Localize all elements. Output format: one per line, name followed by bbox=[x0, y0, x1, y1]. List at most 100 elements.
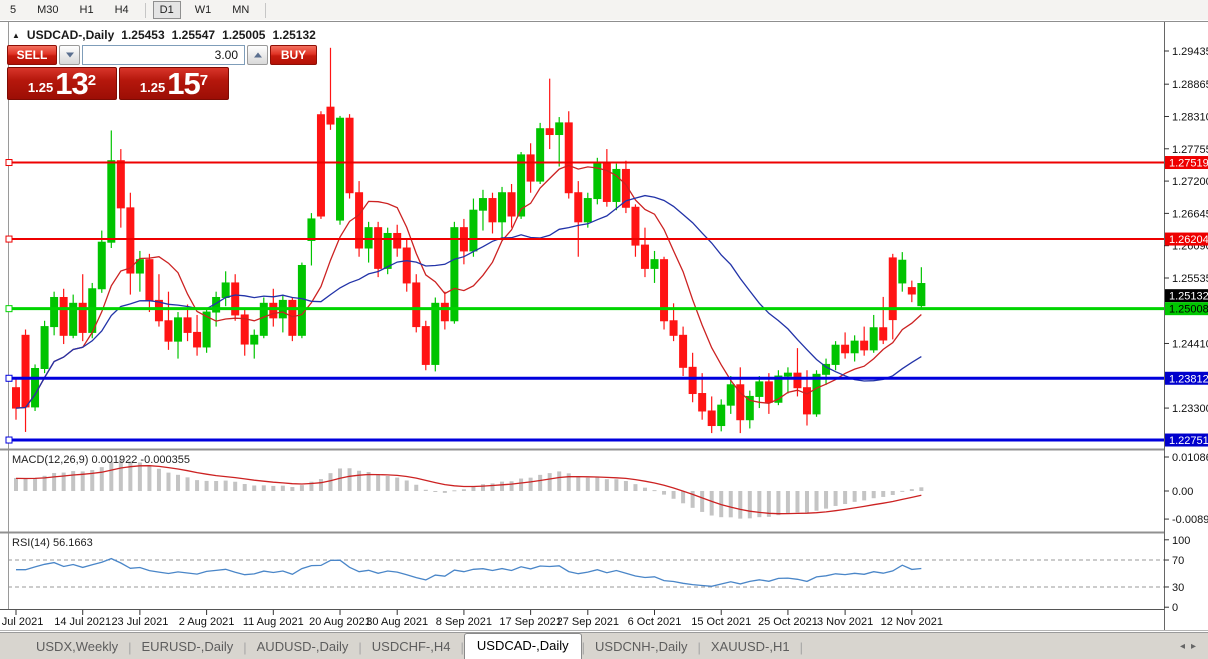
candle-body bbox=[661, 260, 668, 321]
candle-body bbox=[422, 327, 429, 365]
tab-audusd-daily[interactable]: AUDUSD-,Daily bbox=[247, 635, 359, 659]
level-anchor bbox=[6, 437, 12, 443]
ohlc-low: 1.25005 bbox=[222, 28, 265, 42]
buy-price-box[interactable]: 1.25 15 7 bbox=[119, 67, 229, 100]
candle-body bbox=[680, 335, 687, 367]
candle-body bbox=[270, 303, 277, 318]
candle-body bbox=[784, 373, 791, 376]
candle-body bbox=[651, 260, 658, 269]
candle-body bbox=[194, 332, 201, 347]
candle-body bbox=[908, 288, 915, 294]
candle-body bbox=[346, 118, 353, 192]
one-click-trade-panel: SELL BUY 1.25 13 2 1.25 15 7 bbox=[7, 45, 229, 100]
macd-bar bbox=[548, 473, 552, 491]
macd-bar bbox=[14, 478, 18, 491]
candle-body bbox=[317, 115, 324, 216]
macd-bar bbox=[271, 486, 275, 491]
timeframe-H4[interactable]: H4 bbox=[108, 1, 136, 19]
macd-bar bbox=[662, 491, 666, 495]
candle-body bbox=[375, 228, 382, 269]
macd-bar bbox=[824, 491, 828, 509]
timeframe-D1[interactable]: D1 bbox=[153, 1, 181, 19]
candle-body bbox=[794, 373, 801, 388]
svg-text:100: 100 bbox=[1172, 535, 1190, 547]
candle-body bbox=[117, 161, 124, 208]
timeframe-5[interactable]: 5 bbox=[3, 1, 23, 19]
macd-bar bbox=[500, 482, 504, 491]
macd-bar bbox=[757, 491, 761, 517]
svg-text:30: 30 bbox=[1172, 582, 1184, 594]
macd-bar bbox=[748, 491, 752, 518]
macd-bar bbox=[491, 483, 495, 491]
candle-body bbox=[298, 265, 305, 335]
date-tick-label: 11 Aug 2021 bbox=[243, 616, 304, 628]
candle-body bbox=[699, 394, 706, 411]
chart-area[interactable]: 1.294351.288651.283101.277551.272001.266… bbox=[0, 20, 1208, 632]
macd-bar bbox=[805, 491, 809, 513]
chart-header: ▲ USDCAD-,Daily 1.25453 1.25547 1.25005 … bbox=[12, 28, 316, 42]
candle-body bbox=[880, 328, 887, 340]
tab-usdcad-daily[interactable]: USDCAD-,Daily bbox=[464, 633, 582, 659]
candle-body bbox=[251, 335, 258, 344]
macd-bar bbox=[576, 476, 580, 491]
volume-decrease-button[interactable] bbox=[59, 45, 80, 65]
candle-body bbox=[403, 248, 410, 283]
macd-bar bbox=[33, 478, 37, 491]
candle-body bbox=[889, 258, 896, 320]
collapse-panel-icon[interactable]: ▲ bbox=[12, 31, 20, 40]
sell-price-box[interactable]: 1.25 13 2 bbox=[7, 67, 117, 100]
volume-increase-button[interactable] bbox=[247, 45, 268, 65]
candle-body bbox=[565, 123, 572, 193]
macd-bar bbox=[815, 491, 819, 511]
timeframe-W1[interactable]: W1 bbox=[188, 1, 219, 19]
candle-body bbox=[165, 321, 172, 341]
rsi-label: RSI(14) 56.1663 bbox=[12, 537, 93, 549]
timeframe-H1[interactable]: H1 bbox=[73, 1, 101, 19]
sell-button[interactable]: SELL bbox=[7, 45, 57, 65]
svg-text:0: 0 bbox=[1172, 602, 1178, 614]
toolbar-separator bbox=[145, 3, 146, 18]
svg-text:1.28310: 1.28310 bbox=[1172, 111, 1208, 123]
tab-eurusd-daily[interactable]: EURUSD-,Daily bbox=[132, 635, 244, 659]
macd-bar bbox=[224, 481, 228, 491]
macd-bar bbox=[557, 471, 561, 491]
macd-bar bbox=[348, 468, 352, 491]
macd-bar bbox=[195, 480, 199, 491]
candle-body bbox=[470, 210, 477, 251]
candle-body bbox=[499, 193, 506, 222]
svg-text:0.00: 0.00 bbox=[1172, 486, 1193, 498]
date-tick-label: 6 Oct 2021 bbox=[628, 616, 682, 628]
tab-usdx-weekly[interactable]: USDX,Weekly bbox=[26, 635, 128, 659]
arrow-down-icon bbox=[66, 53, 74, 58]
macd-bar bbox=[681, 491, 685, 503]
tab-usdchf-h4[interactable]: USDCHF-,H4 bbox=[362, 635, 461, 659]
tab-usdcnh-daily[interactable]: USDCNH-,Daily bbox=[585, 635, 697, 659]
candle-body bbox=[727, 385, 734, 405]
candle-body bbox=[689, 367, 696, 393]
macd-bar bbox=[462, 489, 466, 491]
macd-bar bbox=[233, 482, 237, 491]
svg-text:1.26645: 1.26645 bbox=[1172, 208, 1208, 220]
candle-body bbox=[13, 388, 20, 408]
tab-xauusd-h1[interactable]: XAUUSD-,H1 bbox=[701, 635, 800, 659]
macd-bar bbox=[567, 473, 571, 491]
macd-bar bbox=[205, 481, 209, 491]
macd-bar bbox=[710, 491, 714, 516]
timeframe-MN[interactable]: MN bbox=[225, 1, 256, 19]
macd-bar bbox=[595, 478, 599, 491]
candle-body bbox=[813, 374, 820, 414]
svg-text:1.24410: 1.24410 bbox=[1172, 338, 1208, 350]
tab-separator: | bbox=[800, 640, 803, 655]
tab-scroll-right-icon[interactable]: ▸ bbox=[1191, 641, 1202, 652]
candle-body bbox=[98, 242, 105, 289]
candle-body bbox=[184, 318, 191, 333]
timeframe-M30[interactable]: M30 bbox=[30, 1, 65, 19]
buy-button[interactable]: BUY bbox=[270, 45, 317, 65]
buy-price-pip: 7 bbox=[200, 66, 208, 96]
volume-input[interactable] bbox=[82, 45, 245, 65]
buy-price-big: 15 bbox=[167, 70, 199, 98]
candle-body bbox=[861, 341, 868, 350]
tab-scroll-left-icon[interactable]: ◂ bbox=[1180, 641, 1191, 652]
macd-bar bbox=[300, 485, 304, 491]
level-anchor bbox=[6, 236, 12, 242]
